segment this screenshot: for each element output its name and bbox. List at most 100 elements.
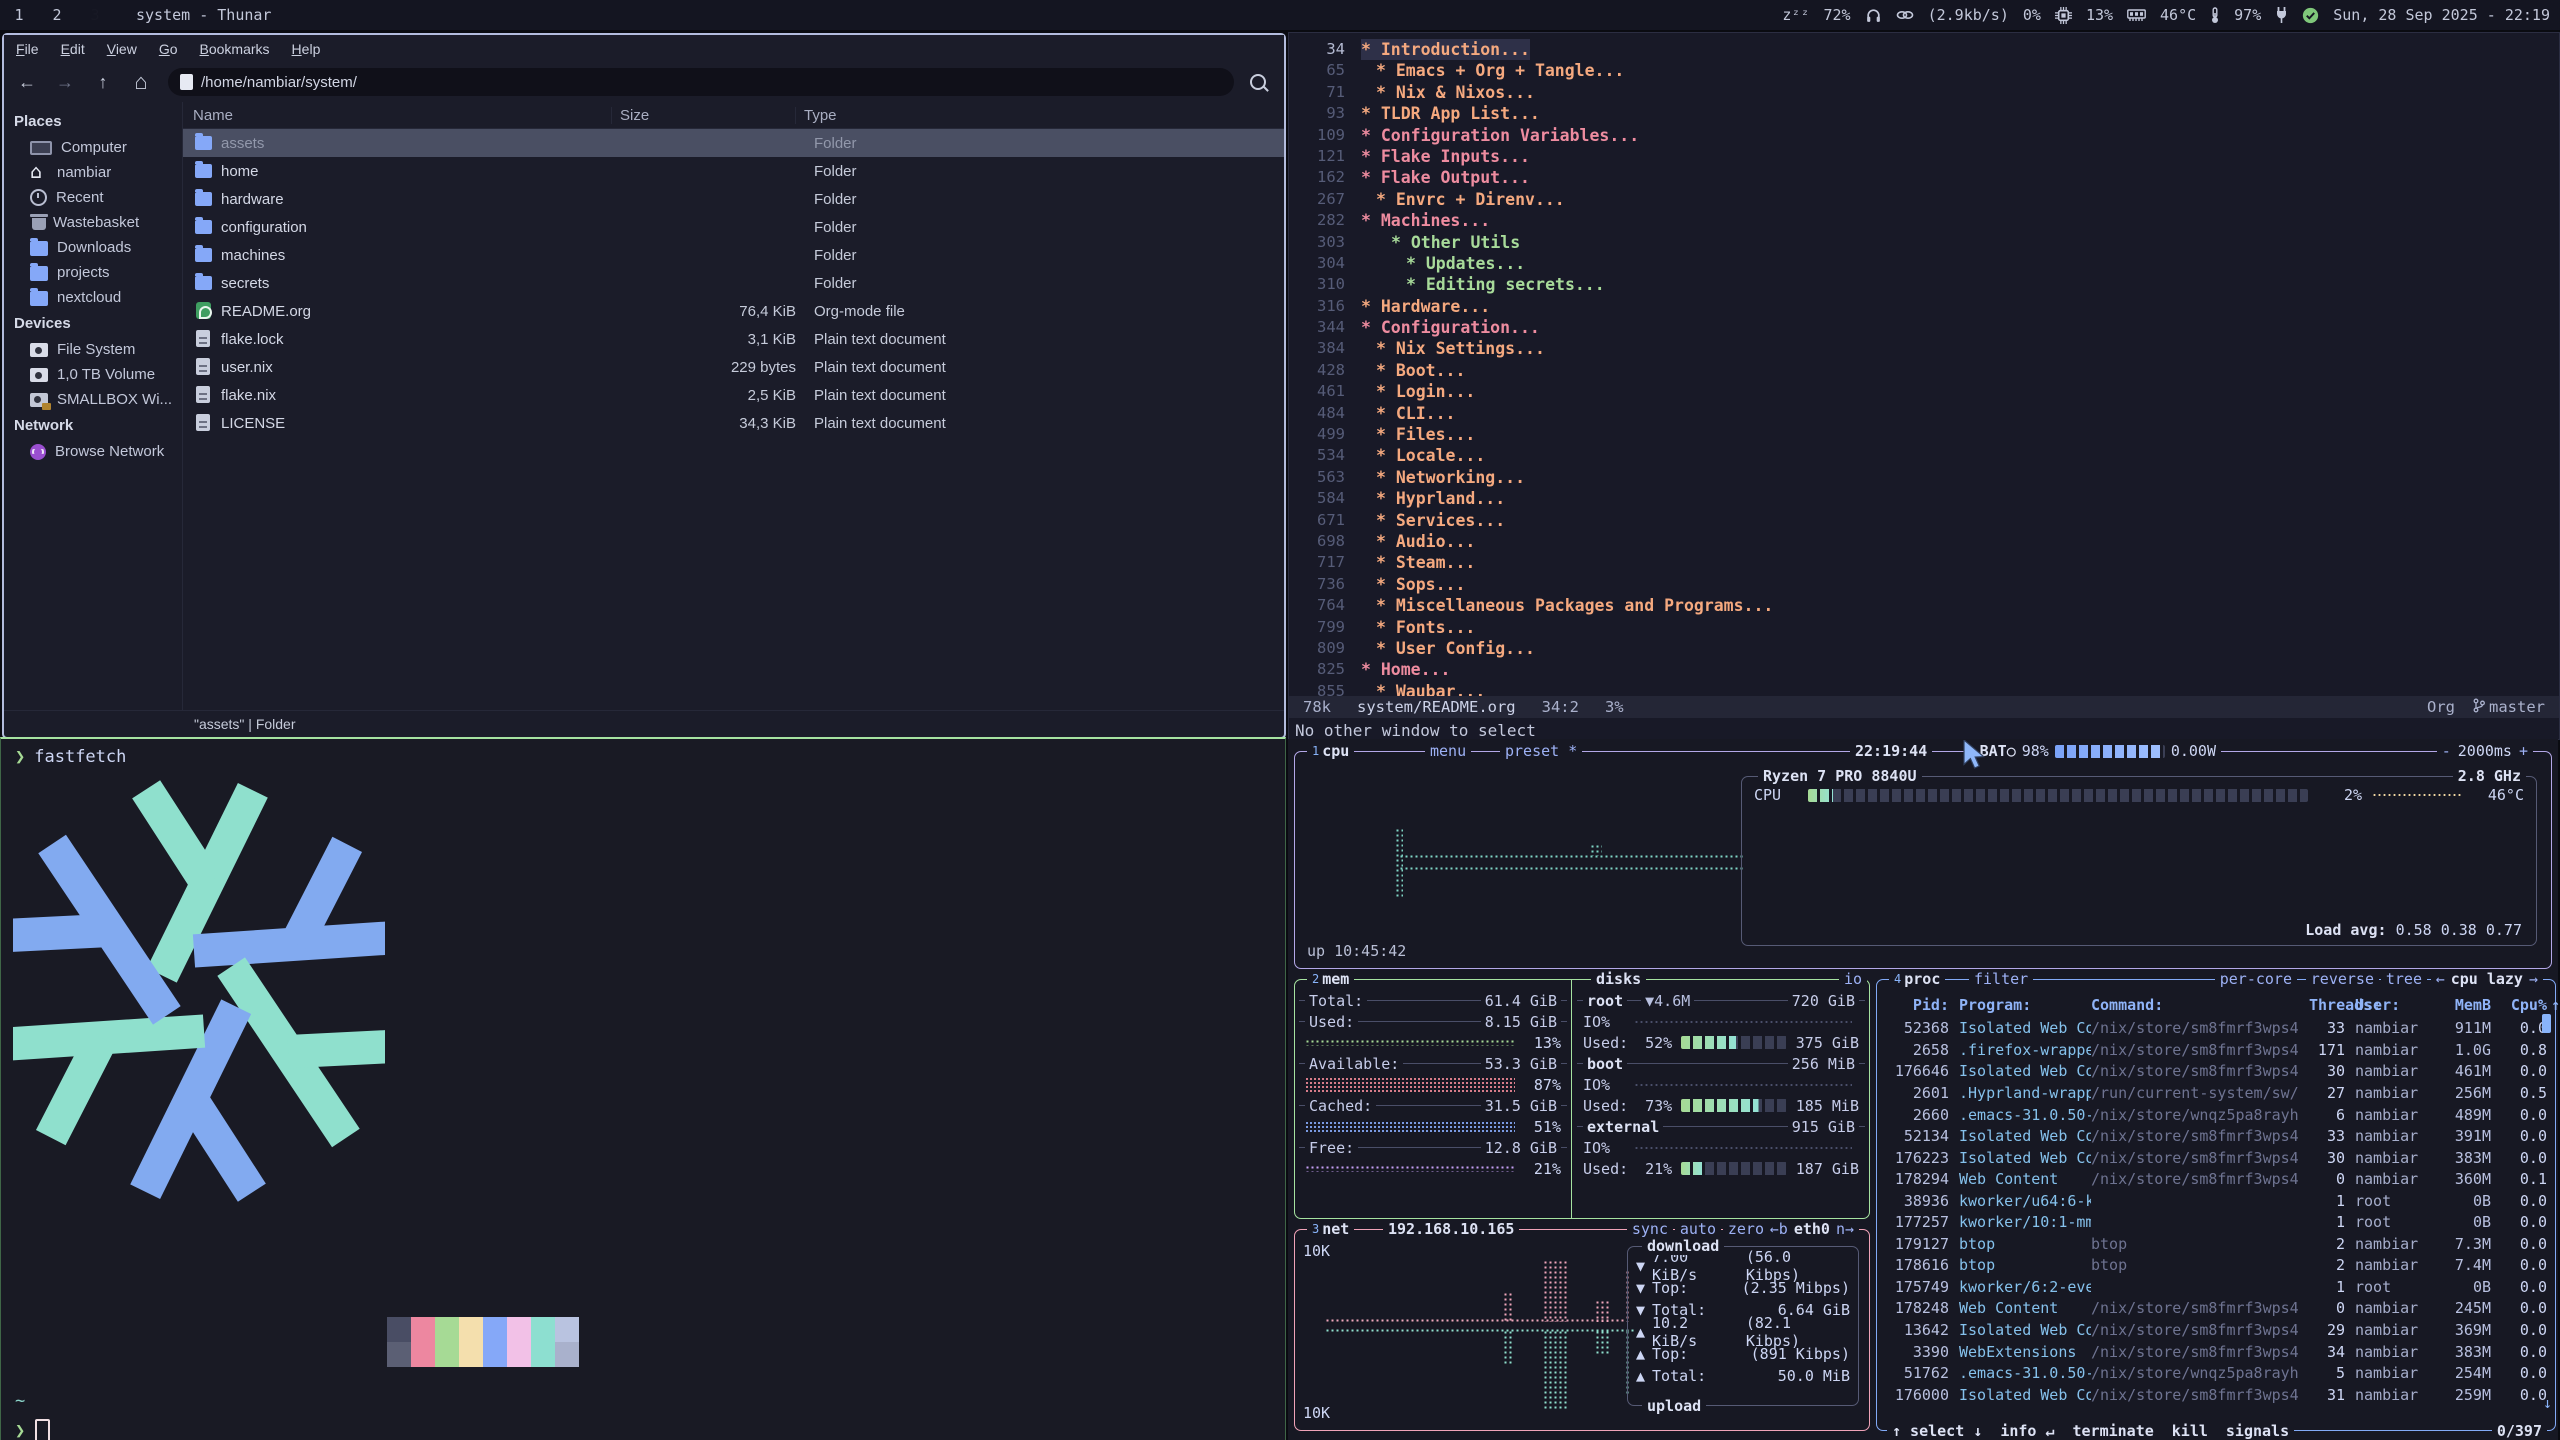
workspace-button[interactable]: 1 (0, 0, 38, 30)
reverse-toggle[interactable]: reverse (2306, 970, 2379, 988)
org-heading-line[interactable]: 121 * Flake Inputs... (1293, 146, 2559, 167)
proc-scrollbar-thumb[interactable] (2542, 1014, 2551, 1033)
org-heading-line[interactable]: 384 * Nix Settings... (1293, 338, 2559, 359)
org-heading-line[interactable]: 563 * Networking... (1293, 467, 2559, 488)
git-branch-name[interactable]: master (2489, 698, 2545, 716)
file-row[interactable]: machines Folder (183, 241, 1284, 269)
org-heading-line[interactable]: 316 * Hardware... (1293, 296, 2559, 317)
back-button[interactable]: ← (16, 71, 38, 93)
org-heading-line[interactable]: 162 * Flake Output... (1293, 167, 2559, 188)
sidebar-item[interactable]: File System (4, 337, 182, 362)
proc-footer-action[interactable]: info ↵ (2000, 1422, 2054, 1440)
disks-title[interactable]: disks (1591, 970, 1646, 988)
org-heading-line[interactable]: 671 * Services... (1293, 510, 2559, 531)
sidebar-item[interactable]: nambiar (4, 160, 182, 185)
process-row[interactable]: 2601 .Hyprland-wrapp /run/current-system… (1885, 1082, 2547, 1104)
net-zero-button[interactable]: zero (1723, 1220, 1769, 1238)
clock-date[interactable]: Sun, 28 Sep 2025 - 22:19 (2333, 6, 2550, 24)
sidebar-item[interactable]: Wastebasket (4, 210, 182, 235)
memory-usage[interactable]: 13% (2086, 6, 2113, 24)
sidebar-item[interactable]: 1,0 TB Volume (4, 362, 182, 387)
org-heading-line[interactable]: 534 * Locale... (1293, 445, 2559, 466)
org-heading-line[interactable]: 71 * Nix & Nixos... (1293, 82, 2559, 103)
org-heading-line[interactable]: 499 * Files... (1293, 424, 2559, 445)
cpu-header[interactable]: Cpu% (2505, 996, 2547, 1014)
file-row[interactable]: secrets Folder (183, 269, 1284, 297)
org-heading-line[interactable]: 303 * Other Utils (1293, 232, 2559, 253)
org-heading-line[interactable]: 267 * Envrc + Direnv... (1293, 189, 2559, 210)
file-row[interactable]: README.org 76,4 KiB Org-mode file (183, 297, 1284, 325)
org-heading-line[interactable]: 717 * Steam... (1293, 552, 2559, 573)
io-mode-button[interactable]: io (1839, 970, 1867, 988)
user-header[interactable]: User: (2355, 996, 2439, 1014)
net-interface-switcher[interactable]: ←beth0n→ (1765, 1220, 1859, 1238)
proc-box-title[interactable]: 4proc (1889, 970, 1945, 988)
proc-footer-action[interactable]: kill (2172, 1422, 2208, 1440)
net-auto-button[interactable]: auto (1675, 1220, 1721, 1238)
volume-value[interactable]: 72% (1824, 6, 1851, 24)
org-heading-line[interactable]: 344 * Configuration... (1293, 317, 2559, 338)
process-row[interactable]: 38936 kworker/u64:6-kc 1 root 0B 0.0 (1885, 1190, 2547, 1212)
menu-item[interactable]: Go (159, 41, 178, 57)
org-heading-line[interactable]: 310 * Editing secrets... (1293, 274, 2559, 295)
interval-plus-button[interactable]: + (2519, 742, 2528, 760)
sidebar-item[interactable]: SMALLBOX Wi... (4, 387, 182, 412)
org-heading-line[interactable]: 93 * TLDR App List... (1293, 103, 2559, 124)
scroll-down-icon[interactable]: ↓ (2543, 1394, 2552, 1412)
file-row[interactable]: configuration Folder (183, 213, 1284, 241)
org-heading-line[interactable]: 65 * Emacs + Org + Tangle... (1293, 60, 2559, 81)
org-heading-line[interactable]: 799 * Fonts... (1293, 617, 2559, 638)
file-row[interactable]: user.nix 229 bytes Plain text document (183, 353, 1284, 381)
org-heading-line[interactable]: 34 * Introduction... (1293, 39, 2559, 60)
threads-header[interactable]: Threads: (2309, 996, 2345, 1014)
process-row[interactable]: 175749 kworker/6:2-even 1 root 0B 0.0 (1885, 1276, 2547, 1298)
org-heading-line[interactable]: 484 * CLI... (1293, 403, 2559, 424)
battery-value[interactable]: 97% (2234, 6, 2261, 24)
net-box-title[interactable]: 3net (1307, 1220, 1354, 1238)
process-row[interactable]: 3390 WebExtensions /nix/store/sm8fmrf3wp… (1885, 1341, 2547, 1363)
shell-prompt[interactable]: ❯ (15, 1419, 50, 1440)
command-header[interactable]: Command: (2091, 996, 2309, 1014)
sidebar-item[interactable]: Downloads (4, 235, 182, 260)
sidebar-item[interactable]: nextcloud (4, 285, 182, 310)
process-row[interactable]: 52134 Isolated Web Co /nix/store/sm8fmrf… (1885, 1125, 2547, 1147)
cpu-box-title[interactable]: 1cpu (1307, 742, 1354, 760)
workspace-button[interactable]: 3 (76, 0, 114, 30)
org-heading-line[interactable]: 736 * Sops... (1293, 574, 2559, 595)
org-heading-line[interactable]: 809 * User Config... (1293, 638, 2559, 659)
up-button[interactable]: ↑ (92, 71, 114, 93)
menu-item[interactable]: Edit (61, 41, 85, 57)
process-row[interactable]: 52368 Isolated Web Co /nix/store/sm8fmrf… (1885, 1018, 2547, 1040)
major-mode[interactable]: Org (2427, 698, 2455, 716)
home-button[interactable]: ⌂ (130, 71, 152, 93)
forward-button[interactable]: → (54, 71, 76, 93)
search-icon[interactable] (1250, 74, 1266, 90)
org-heading-line[interactable]: 109 * Configuration Variables... (1293, 125, 2559, 146)
org-heading-line[interactable]: 825 * Home... (1293, 659, 2559, 680)
process-row[interactable]: 2660 .emacs-31.0.50- /nix/store/wnqz5pa8… (1885, 1104, 2547, 1126)
process-row[interactable]: 176646 Isolated Web Co /nix/store/sm8fmr… (1885, 1061, 2547, 1083)
process-row[interactable]: 2658 .firefox-wrappe /nix/store/sm8fmrf3… (1885, 1039, 2547, 1061)
menu-item[interactable]: File (16, 41, 39, 57)
proc-footer-action[interactable]: signals (2226, 1422, 2289, 1440)
file-row[interactable]: flake.lock 3,1 KiB Plain text document (183, 325, 1284, 353)
cpu-usage[interactable]: 0% (2023, 6, 2041, 24)
sort-column-switcher[interactable]: ←cpu lazy→ (2431, 970, 2543, 988)
menu-button[interactable]: menu (1425, 742, 1471, 760)
interval-minus-button[interactable]: - (2442, 742, 2451, 760)
org-heading-line[interactable]: 461 * Login... (1293, 381, 2559, 402)
process-row[interactable]: 177257 kworker/10:1-mm_ 1 root 0B 0.0 (1885, 1211, 2547, 1233)
org-heading-line[interactable]: 584 * Hyprland... (1293, 488, 2559, 509)
proc-footer-action[interactable]: terminate (2073, 1422, 2154, 1440)
process-row[interactable]: 51762 .emacs-31.0.50- /nix/store/wnqz5pa… (1885, 1362, 2547, 1384)
file-row[interactable]: flake.nix 2,5 KiB Plain text document (183, 381, 1284, 409)
filter-button[interactable]: filter (1969, 970, 2033, 988)
menu-item[interactable]: Help (292, 41, 321, 57)
file-row[interactable]: LICENSE 34,3 KiB Plain text document (183, 409, 1284, 437)
net-sync-button[interactable]: sync (1627, 1220, 1673, 1238)
process-row[interactable]: 176000 Isolated Web Co /nix/store/sm8fmr… (1885, 1384, 2547, 1406)
path-bar[interactable]: /home/nambiar/system/ (168, 68, 1234, 96)
file-row[interactable]: assets Folder (183, 129, 1284, 157)
workspace-button[interactable]: 2 (38, 0, 76, 30)
column-size[interactable]: Size (611, 107, 795, 124)
